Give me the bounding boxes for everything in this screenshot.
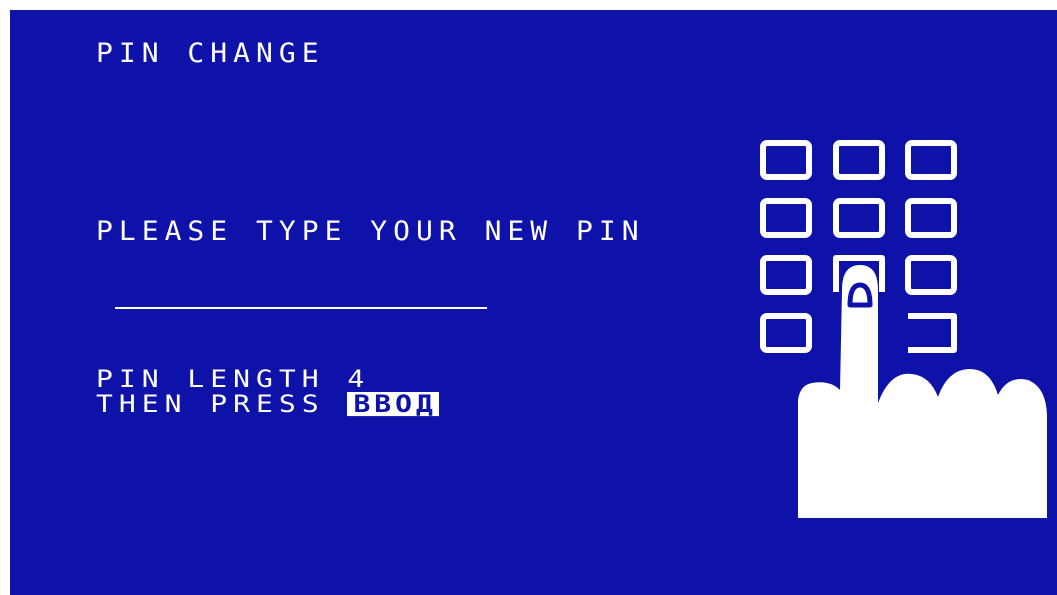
atm-screen: PIN CHANGE PLEASE TYPE YOUR NEW PIN PIN … xyxy=(10,10,1057,595)
enter-key-label: ВВОД xyxy=(347,392,439,417)
hand-shape xyxy=(798,265,1047,518)
screen-title: PIN CHANGE xyxy=(96,37,325,69)
new-pin-prompt: PLEASE TYPE YOUR NEW PIN xyxy=(96,215,645,247)
keypad-icon xyxy=(760,140,1047,518)
press-enter-text: THEN PRESS xyxy=(96,389,348,418)
pin-length-instruction: PIN LENGTH 4 xyxy=(96,364,371,393)
pin-entry-field[interactable] xyxy=(115,307,487,309)
press-enter-instruction: THEN PRESS ВВОД xyxy=(96,389,439,418)
